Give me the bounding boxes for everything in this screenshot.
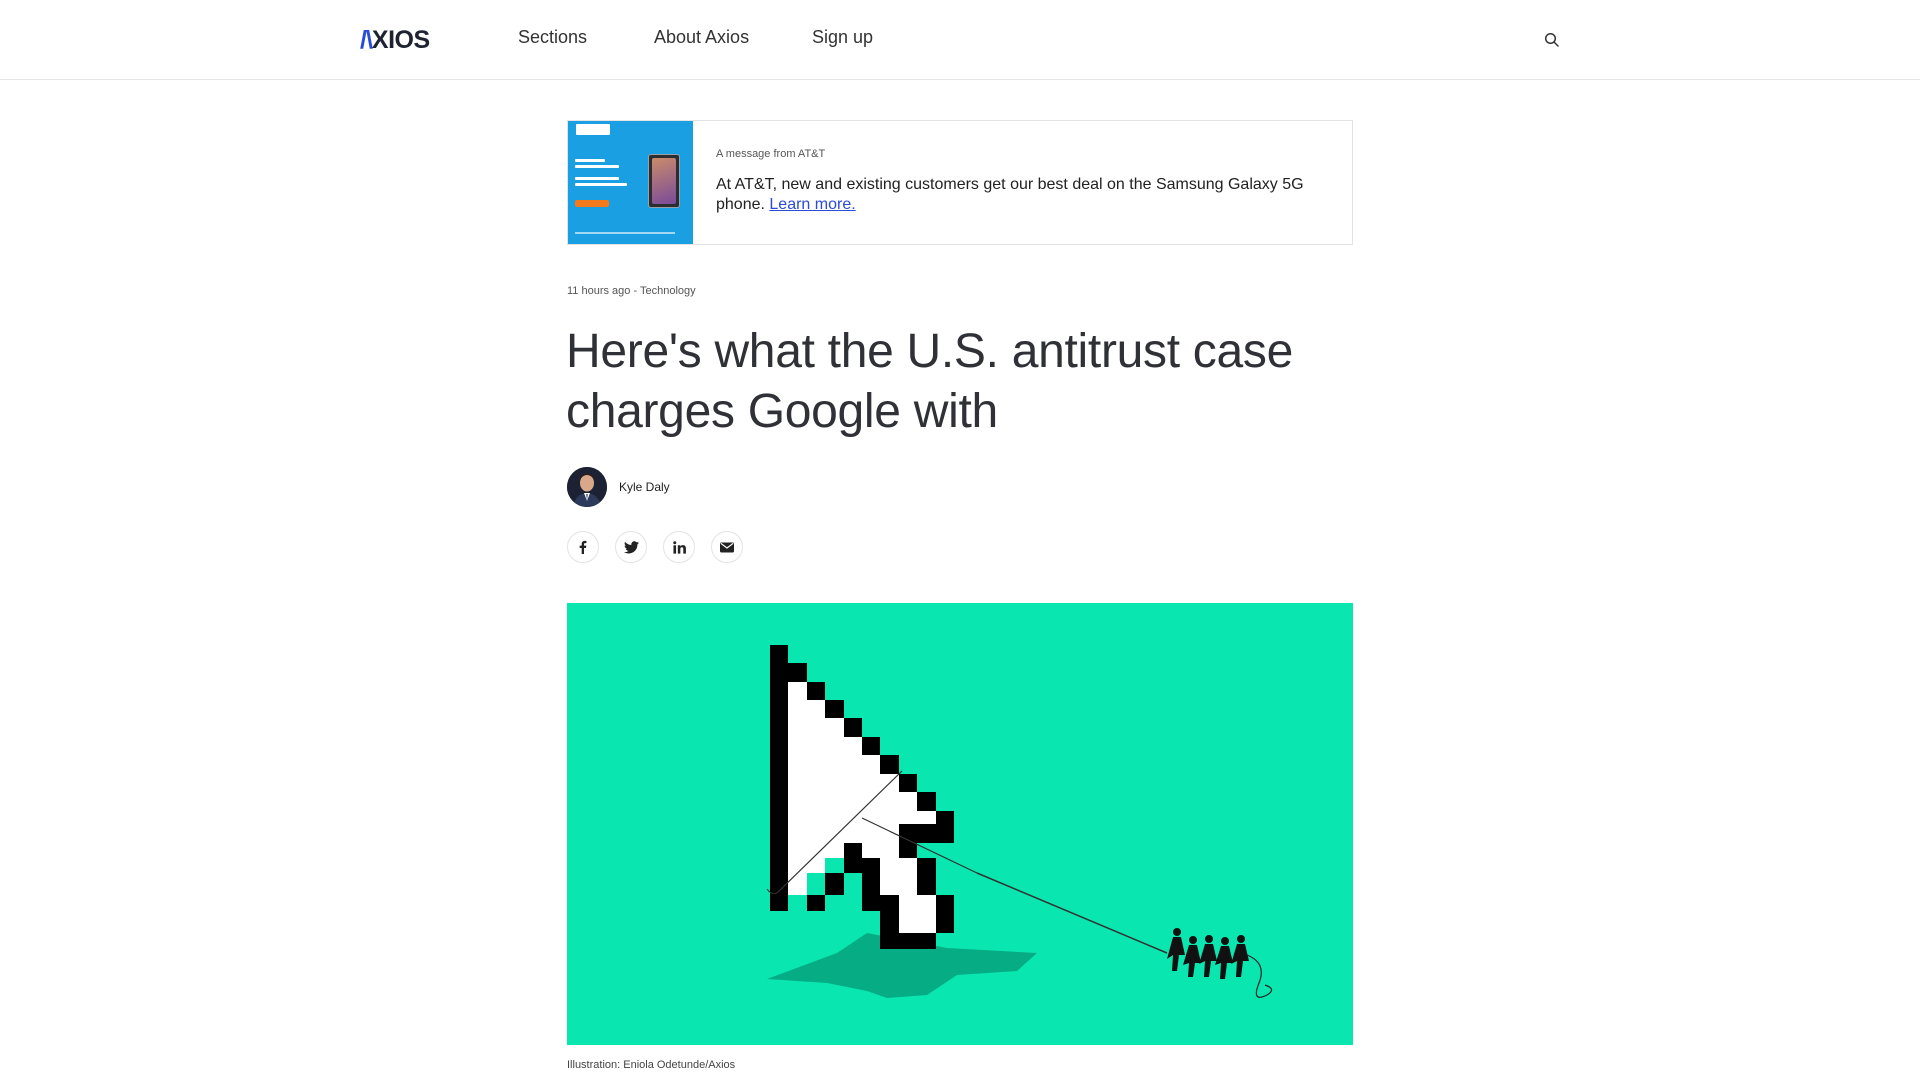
nav-sign-up[interactable]: Sign up (812, 27, 873, 48)
linkedin-icon (672, 540, 686, 554)
ad-learn-more-link[interactable]: Learn more. (769, 196, 855, 213)
cursor-tug-of-war-illustration (567, 603, 1353, 1045)
share-twitter-button[interactable] (615, 531, 647, 563)
author-name[interactable]: Kyle Daly (619, 480, 670, 494)
article-meta: 11 hours ago - Technology (567, 285, 696, 297)
logo-text: XIOS (371, 25, 430, 54)
author-avatar[interactable] (567, 467, 607, 507)
top-navigation-bar: /\ XIOS Sections About Axios Sign up (0, 0, 1920, 80)
logo-mark: /\ (360, 25, 373, 54)
facebook-icon (579, 540, 587, 554)
twitter-icon (623, 540, 639, 553)
nav-about-axios[interactable]: About Axios (654, 27, 749, 48)
image-caption: Illustration: Eniola Odetunde/Axios (567, 1059, 736, 1071)
author-photo (567, 467, 607, 507)
ad-image[interactable] (568, 121, 693, 244)
sponsored-ad[interactable]: A message from AT&T At AT&T, new and exi… (567, 120, 1353, 245)
axios-logo[interactable]: /\ XIOS (360, 24, 430, 56)
ad-label: A message from AT&T (716, 148, 826, 160)
hero-illustration (567, 603, 1353, 1045)
share-linkedin-button[interactable] (663, 531, 695, 563)
email-icon (720, 542, 734, 552)
share-facebook-button[interactable] (567, 531, 599, 563)
article-headline: Here's what the U.S. antitrust case char… (566, 325, 1293, 438)
search-icon (1544, 32, 1559, 47)
ad-text: At AT&T, new and existing customers get … (716, 175, 1332, 215)
search-button[interactable] (1542, 30, 1562, 50)
share-email-button[interactable] (711, 531, 743, 563)
nav-sections[interactable]: Sections (518, 27, 587, 48)
